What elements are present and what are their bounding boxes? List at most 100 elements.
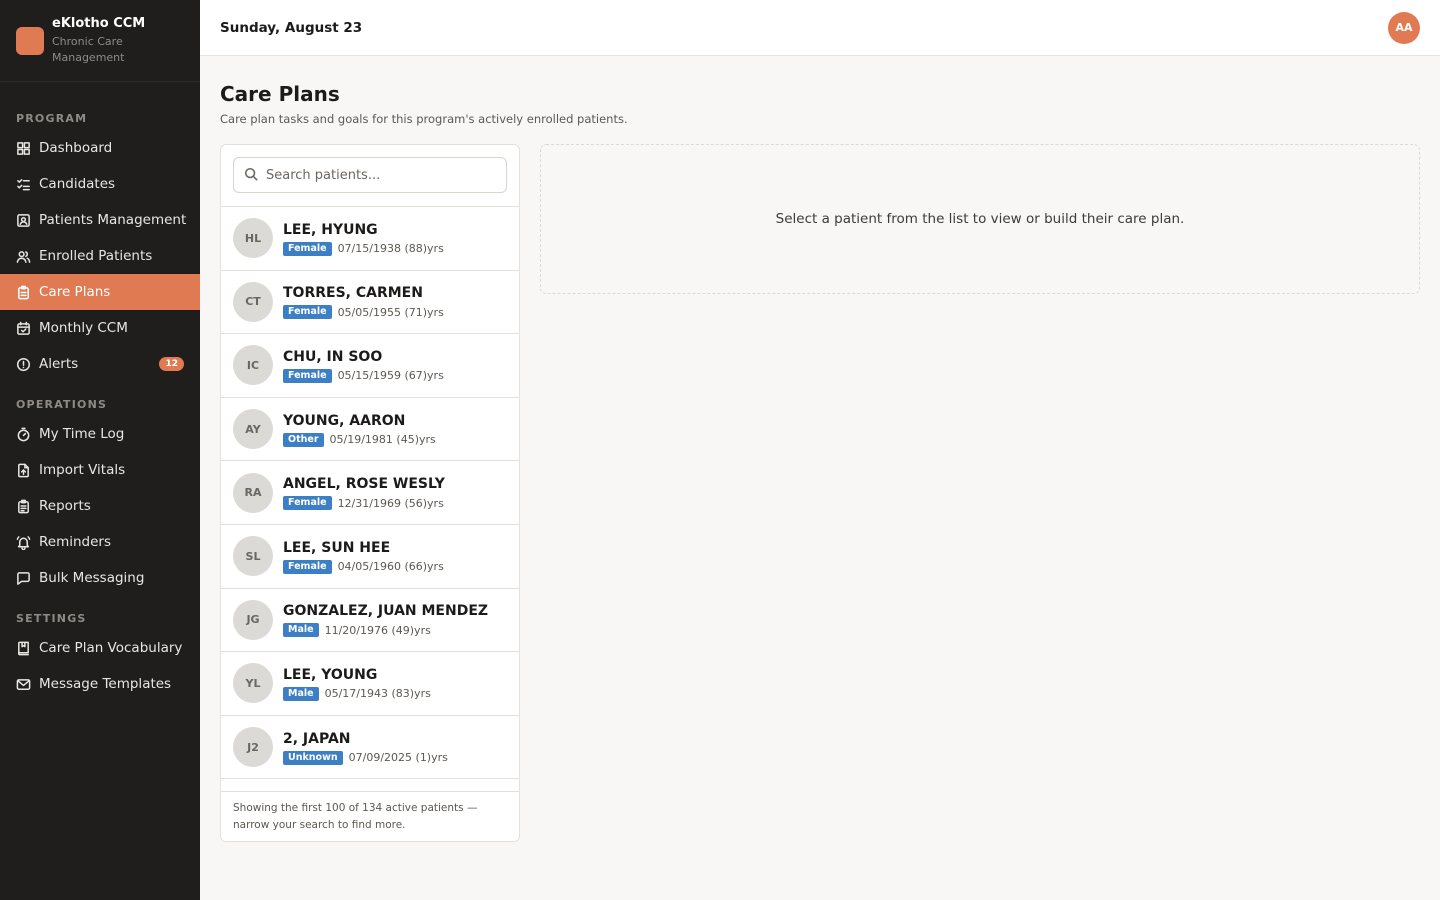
- patient-name: GONZALEZ, JUAN MENDEZ: [283, 603, 489, 620]
- gender-badge: Male: [283, 623, 319, 638]
- top-bar: Sunday, August 23 AA: [200, 0, 1440, 56]
- patient-list-item[interactable]: SL LEE, SUN HEE Female 04/05/1960 (66)yrs: [221, 525, 519, 589]
- sidebar-item-label: Patients Management: [39, 212, 187, 228]
- sidebar-item-label: Message Templates: [39, 676, 172, 692]
- patient-avatar: YL: [233, 663, 273, 704]
- sidebar-item-label: Monthly CCM: [39, 320, 128, 336]
- calendar-icon: [16, 321, 31, 336]
- sidebar-item-label: Bulk Messaging: [39, 570, 145, 586]
- sidebar-item-candidates[interactable]: Candidates: [0, 166, 200, 202]
- section-title-operations: OPERATIONS: [16, 398, 108, 411]
- clipboard-icon: [16, 285, 31, 300]
- brand-logo: [16, 27, 44, 55]
- sidebar-item-label: Care Plan Vocabulary: [39, 640, 183, 656]
- patient-list-item[interactable]: AY YOUNG, AARON Other 05/19/1981 (45)yrs: [221, 398, 519, 462]
- sidebar-item-label: Reminders: [39, 534, 111, 550]
- patient-avatar: CT: [233, 281, 273, 322]
- sidebar-nav: PROGRAM Dashboard Candidates Patients Manag…: [0, 110, 200, 702]
- patient-list-item[interactable]: YL LEE, YOUNG Male 05/17/1943 (83)yrs: [221, 652, 519, 716]
- gender-badge: Female: [283, 241, 332, 256]
- patient-list-item[interactable]: J2 2, JAPAN Unknown 07/09/2025 (1)yrs: [221, 716, 519, 780]
- checklist-icon: [16, 177, 31, 192]
- patient-dob-age: 07/09/2025 (1)yrs: [348, 751, 448, 765]
- empty-state-message: Select a patient from the list to view o…: [775, 211, 1185, 227]
- sidebar-item-dashboard[interactable]: Dashboard: [0, 130, 200, 166]
- patient-dob-age: 05/19/1981 (45)yrs: [329, 433, 436, 447]
- patient-avatar: HL: [233, 218, 273, 259]
- brand[interactable]: eKlotho CCM Chronic Care Management: [0, 0, 200, 82]
- gender-badge: Female: [283, 559, 332, 574]
- sidebar-item-label: My Time Log: [39, 426, 125, 442]
- brand-subtitle: Chronic Care Management: [52, 35, 125, 64]
- page-subtitle: Care plan tasks and goals for this progr…: [220, 112, 628, 126]
- search-box[interactable]: [233, 157, 507, 193]
- patient-list[interactable]: HL LEE, HYUNG Female 07/15/1938 (88)yrs CT TO…: [221, 207, 519, 793]
- sidebar-item-reminders[interactable]: Reminders: [0, 524, 200, 560]
- patient-name: TORRES, CARMEN: [283, 285, 423, 302]
- user-avatar[interactable]: AA: [1388, 11, 1420, 44]
- file-upload-icon: [16, 463, 31, 478]
- sidebar-item-enrolled-patients[interactable]: Enrolled Patients: [0, 238, 200, 274]
- alert-circle-icon: [16, 357, 31, 372]
- sidebar-item-reports[interactable]: Reports: [0, 488, 200, 524]
- sidebar-item-care-plan-vocabulary[interactable]: Care Plan Vocabulary: [0, 630, 200, 666]
- patient-dob-age: 05/05/1955 (71)yrs: [337, 305, 444, 319]
- page-title: Care Plans: [220, 82, 340, 106]
- sidebar-item-import-vitals[interactable]: Import Vitals: [0, 452, 200, 488]
- patient-dob-age: 05/17/1943 (83)yrs: [324, 687, 431, 701]
- sidebar-item-label: Enrolled Patients: [39, 248, 153, 264]
- sidebar-item-care-plans[interactable]: Care Plans: [0, 274, 200, 310]
- mail-icon: [16, 677, 31, 692]
- section-title-program: PROGRAM: [16, 112, 88, 125]
- gender-badge: Other: [283, 432, 324, 447]
- patient-dob-age: 04/05/1960 (66)yrs: [337, 560, 444, 574]
- search-input[interactable]: [266, 167, 486, 183]
- sidebar: eKlotho CCM Chronic Care Management PROG…: [0, 0, 200, 900]
- patient-name: 2, JAPAN: [283, 730, 351, 747]
- patient-name: CHU, IN SOO: [283, 348, 383, 365]
- sidebar-item-label: Care Plans: [39, 284, 111, 300]
- gender-badge: Female: [283, 368, 332, 383]
- sidebar-item-label: Dashboard: [39, 140, 113, 156]
- patient-avatar: J2: [233, 727, 273, 768]
- sidebar-item-label: Reports: [39, 498, 91, 514]
- patient-name: LEE, HYUNG: [283, 221, 378, 238]
- bell-icon: [16, 535, 31, 550]
- patient-avatar: JG: [233, 599, 273, 640]
- patient-list-item[interactable]: JG GONZALEZ, JUAN MENDEZ Male 11/20/1976 (4…: [221, 589, 519, 653]
- patient-list-item[interactable]: HL LEE, HYUNG Female 07/15/1938 (88)yrs: [221, 207, 519, 271]
- patient-dob-age: 11/20/1976 (49)yrs: [324, 623, 431, 637]
- stopwatch-icon: [16, 427, 31, 442]
- patient-avatar: RA: [233, 472, 273, 513]
- dashboard-icon: [16, 141, 31, 156]
- users-icon: [16, 249, 31, 264]
- sidebar-item-bulk-messaging[interactable]: Bulk Messaging: [0, 560, 200, 596]
- sidebar-item-message-templates[interactable]: Message Templates: [0, 666, 200, 702]
- patient-dob-age: 12/31/1969 (56)yrs: [337, 496, 444, 510]
- patient-list-panel: HL LEE, HYUNG Female 07/15/1938 (88)yrs CT TO…: [220, 144, 520, 842]
- current-date: Sunday, August 23: [220, 19, 363, 36]
- patient-avatar: SL: [233, 536, 273, 577]
- patient-name: LEE, SUN HEE: [283, 539, 391, 556]
- care-plan-empty-state: Select a patient from the list to view o…: [540, 144, 1420, 294]
- patient-name: ANGEL, ROSE WESLY: [283, 476, 445, 493]
- patient-avatar: IC: [233, 345, 273, 386]
- sidebar-item-alerts[interactable]: Alerts 12: [0, 346, 200, 382]
- gender-badge: Female: [283, 496, 332, 511]
- brand-name: eKlotho CCM: [52, 16, 146, 31]
- book-icon: [16, 641, 31, 656]
- patient-list-item[interactable]: RA ANGEL, ROSE WESLY Female 12/31/1969 (56)…: [221, 461, 519, 525]
- gender-badge: Unknown: [283, 750, 343, 765]
- sidebar-item-my-time-log[interactable]: My Time Log: [0, 416, 200, 452]
- search-icon: [244, 166, 258, 185]
- patient-list-item[interactable]: CT TORRES, CARMEN Female 05/05/1955 (71)yrs: [221, 271, 519, 335]
- patient-name: YOUNG, AARON: [283, 412, 406, 429]
- contact-card-icon: [16, 213, 31, 228]
- sidebar-item-monthly-ccm[interactable]: Monthly CCM: [0, 310, 200, 346]
- sidebar-item-label: Candidates: [39, 176, 116, 192]
- patient-dob-age: 07/15/1938 (88)yrs: [337, 242, 444, 256]
- patient-list-item[interactable]: IC CHU, IN SOO Female 05/15/1959 (67)yrs: [221, 334, 519, 398]
- patient-name: LEE, YOUNG: [283, 666, 378, 683]
- sidebar-item-patients-management[interactable]: Patients Management: [0, 202, 200, 238]
- report-icon: [16, 499, 31, 514]
